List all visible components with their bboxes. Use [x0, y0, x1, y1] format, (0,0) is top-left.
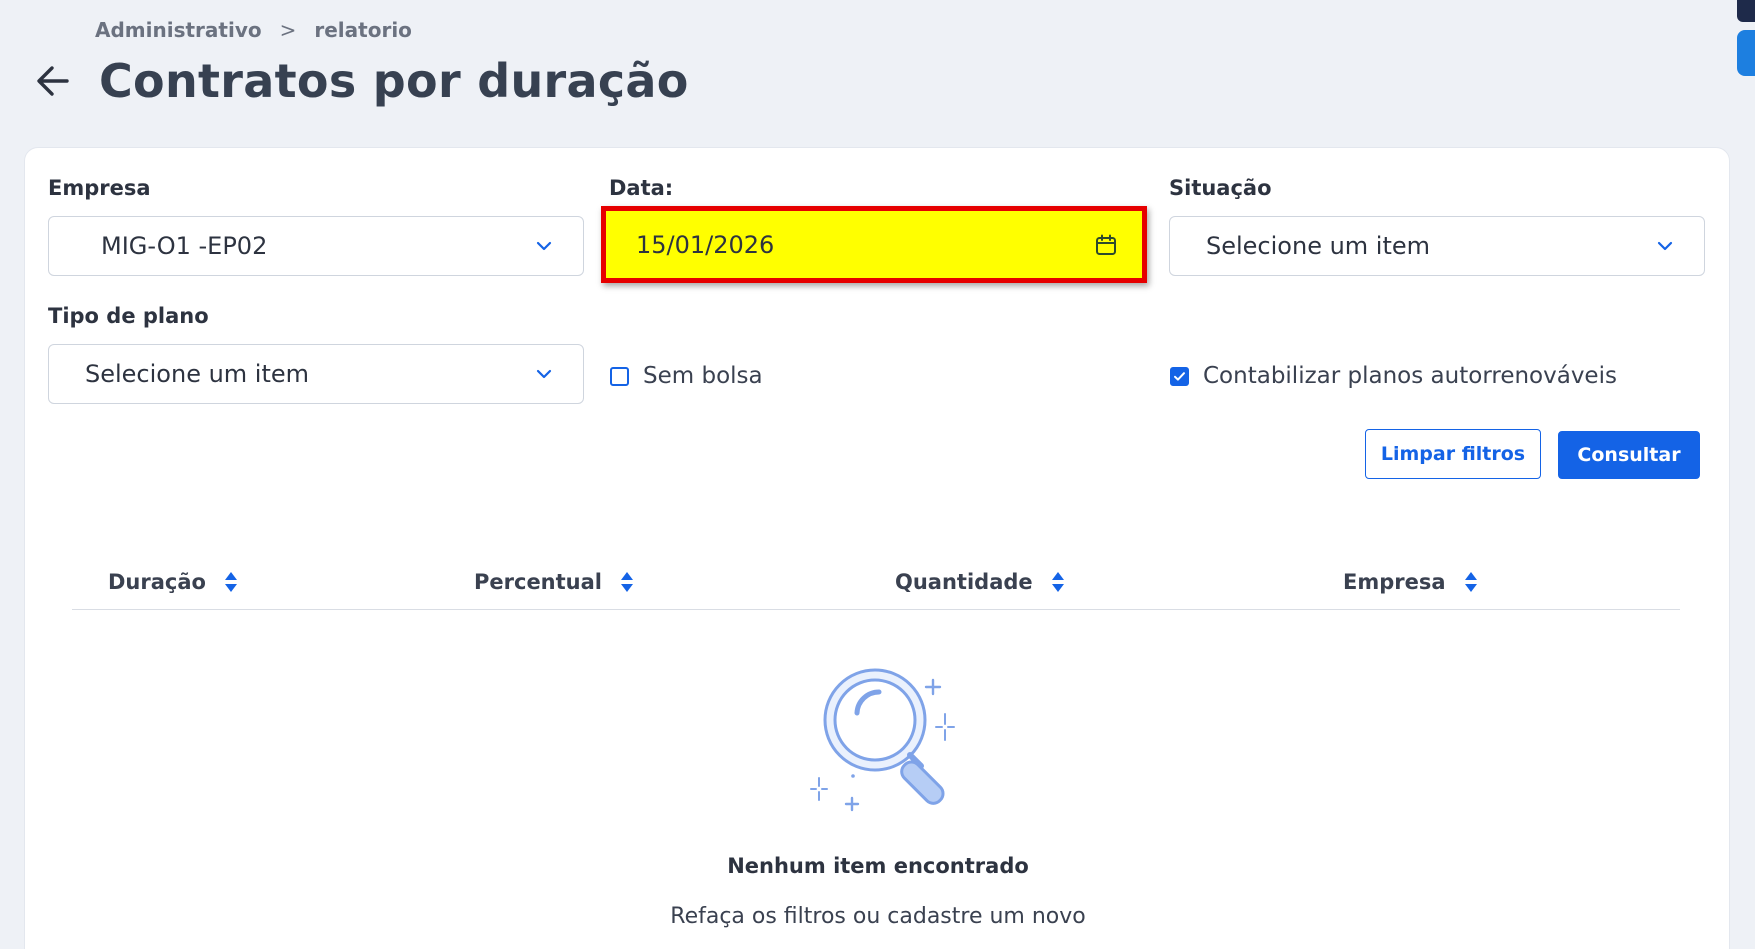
calendar-icon[interactable] — [1094, 233, 1118, 257]
data-date-value: 15/01/2026 — [636, 230, 775, 259]
breadcrumb-item-administrativo[interactable]: Administrativo — [95, 18, 262, 42]
table-header: Duração Percentual Quantidade Empresa — [72, 548, 1680, 610]
situacao-select-value: Selecione um item — [1206, 232, 1431, 260]
tipo-plano-label: Tipo de plano — [48, 304, 209, 328]
situacao-label: Situação — [1169, 176, 1272, 200]
empresa-select[interactable]: MIG-O1 -EP02 — [48, 216, 584, 276]
column-header-label: Percentual — [474, 570, 602, 594]
empresa-select-value: MIG-O1 -EP02 — [101, 232, 268, 260]
filter-card: Empresa MIG-O1 -EP02 Data: 15/01/2026 Si… — [24, 147, 1730, 949]
data-label: Data: — [609, 176, 674, 200]
column-header-percentual[interactable]: Percentual — [474, 570, 634, 594]
consultar-button[interactable]: Consultar — [1558, 431, 1700, 479]
column-header-label: Duração — [108, 570, 206, 594]
data-date-input[interactable]: 15/01/2026 — [601, 206, 1147, 283]
sem-bolsa-checkbox[interactable] — [610, 366, 629, 386]
edge-widget-top[interactable] — [1737, 0, 1755, 22]
check-icon — [1174, 371, 1185, 381]
column-header-duracao[interactable]: Duração — [108, 570, 238, 594]
breadcrumb-item-relatorio[interactable]: relatorio — [314, 18, 412, 42]
breadcrumb-separator: > — [279, 18, 297, 42]
title-row: Contratos por duração — [35, 54, 689, 108]
column-header-label: Empresa — [1343, 570, 1446, 594]
tipo-plano-select[interactable]: Selecione um item — [48, 344, 584, 404]
sort-icon[interactable] — [224, 571, 238, 593]
page-title: Contratos por duração — [99, 54, 689, 108]
empty-state-subtitle: Refaça os filtros ou cadastre um novo — [670, 904, 1086, 929]
empty-state-title: Nenhum item encontrado — [727, 854, 1029, 878]
clear-filters-button[interactable]: Limpar filtros — [1365, 429, 1541, 479]
column-header-empresa[interactable]: Empresa — [1343, 570, 1478, 594]
arrow-left-icon[interactable] — [35, 63, 71, 99]
empresa-label: Empresa — [48, 176, 151, 200]
sem-bolsa-label: Sem bolsa — [643, 363, 763, 389]
chevron-down-icon — [536, 241, 552, 251]
autorrenovaveis-checkbox-row[interactable]: Contabilizar planos autorrenováveis — [1170, 363, 1617, 389]
sort-icon[interactable] — [1464, 571, 1478, 593]
sort-icon[interactable] — [1051, 571, 1065, 593]
chevron-down-icon — [1657, 241, 1673, 251]
breadcrumb: Administrativo > relatorio — [95, 18, 412, 42]
page: Administrativo > relatorio Contratos por… — [0, 0, 1755, 949]
column-header-label: Quantidade — [895, 570, 1033, 594]
chevron-down-icon — [536, 369, 552, 379]
autorrenovaveis-label: Contabilizar planos autorrenováveis — [1203, 363, 1617, 389]
autorrenovaveis-checkbox[interactable] — [1170, 366, 1189, 386]
sort-icon[interactable] — [620, 571, 634, 593]
sem-bolsa-checkbox-row[interactable]: Sem bolsa — [610, 363, 763, 389]
column-header-quantidade[interactable]: Quantidade — [895, 570, 1065, 594]
magnifier-icon — [810, 668, 955, 812]
tipo-plano-select-value: Selecione um item — [85, 360, 310, 388]
situacao-select[interactable]: Selecione um item — [1169, 216, 1705, 276]
edge-support-button[interactable] — [1737, 30, 1755, 76]
